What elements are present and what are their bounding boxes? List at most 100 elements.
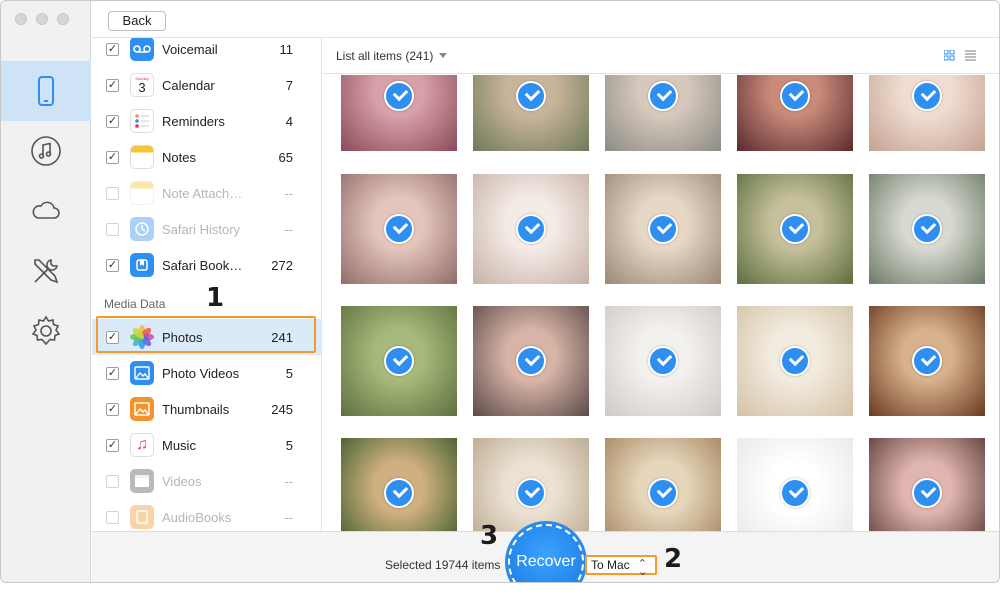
caret-down-icon: [439, 53, 448, 58]
destination-select[interactable]: To Mac ⌃ ⌃: [585, 555, 657, 576]
photo-thumbnail[interactable]: [869, 438, 985, 531]
photo-check-icon[interactable]: [912, 214, 942, 244]
media-data-header: Media Data: [104, 297, 166, 311]
photo-check-icon[interactable]: [384, 81, 414, 111]
checkbox[interactable]: [106, 474, 119, 488]
category-music[interactable]: ✓ ♫ Music 5: [92, 427, 321, 463]
photo-thumbnail[interactable]: [737, 306, 853, 416]
checkbox[interactable]: ✓: [106, 330, 119, 344]
photo-thumbnail[interactable]: [473, 438, 589, 531]
photo-thumbnail[interactable]: [869, 174, 985, 284]
photo-check-icon[interactable]: [516, 346, 546, 376]
photos-icon: [130, 325, 154, 349]
photo-thumbnail[interactable]: [341, 438, 457, 531]
photo-check-icon[interactable]: [516, 478, 546, 508]
photo-check-icon[interactable]: [780, 478, 810, 508]
checkbox[interactable]: ✓: [106, 366, 119, 380]
category-photo-videos[interactable]: ✓ Photo Videos 5: [92, 355, 321, 391]
photo-thumbnail[interactable]: [605, 306, 721, 416]
rail-tools-button[interactable]: [1, 241, 91, 301]
photo-check-icon[interactable]: [912, 346, 942, 376]
photo-thumbnail[interactable]: [473, 75, 589, 151]
thumbnails-icon: [130, 397, 154, 421]
photo-thumbnail[interactable]: [605, 174, 721, 284]
calendar-icon: Sunday 3: [130, 73, 154, 97]
zoom-window-button[interactable]: [57, 13, 69, 25]
footer-bar: Selected 19744 items Recover To Mac ⌃ ⌃: [92, 524, 999, 582]
photo-thumbnail[interactable]: [473, 174, 589, 284]
updown-chevron-icon-lower: ⌃: [637, 564, 647, 576]
photo-check-icon[interactable]: [384, 346, 414, 376]
checkbox[interactable]: ✓: [106, 150, 119, 164]
photo-thumbnail[interactable]: [605, 438, 721, 531]
photo-thumbnail[interactable]: [341, 306, 457, 416]
checkbox[interactable]: ✓: [106, 258, 119, 272]
category-label: Photos: [162, 329, 203, 345]
photo-thumbnail[interactable]: [737, 438, 853, 531]
photo-check-icon[interactable]: [648, 478, 678, 508]
photo-check-icon[interactable]: [516, 214, 546, 244]
category-count: 5: [285, 365, 293, 381]
photo-check-icon[interactable]: [780, 81, 810, 111]
audiobooks-icon: [130, 505, 154, 529]
app-window: Back ✓ Voicemail 11 ✓ Sunday 3 Calendar 7…: [0, 0, 1000, 583]
grid-view-icon[interactable]: [944, 50, 955, 61]
photo-check-icon[interactable]: [780, 346, 810, 376]
checkbox[interactable]: [106, 186, 119, 200]
category-note-attachments[interactable]: Note Attach… --: [92, 175, 321, 211]
step-number-2: 2: [664, 544, 683, 574]
photo-thumbnail[interactable]: [605, 75, 721, 151]
rail-cloud-button[interactable]: [1, 181, 91, 241]
photo-thumbnail[interactable]: [737, 174, 853, 284]
checkbox[interactable]: [106, 510, 119, 524]
close-window-button[interactable]: [15, 13, 27, 25]
category-safari-history[interactable]: Safari History --: [92, 211, 321, 247]
photo-thumbnail[interactable]: [473, 306, 589, 416]
notes-icon: [130, 145, 154, 169]
photo-thumbnail[interactable]: [341, 75, 457, 151]
rail-settings-button[interactable]: [1, 301, 91, 361]
checkbox[interactable]: ✓: [106, 438, 119, 452]
category-notes[interactable]: ✓ Notes 65: [92, 139, 321, 175]
videos-icon: [130, 469, 154, 493]
checkbox[interactable]: ✓: [106, 402, 119, 416]
category-audiobooks[interactable]: AudioBooks --: [92, 499, 321, 531]
photo-thumbnail[interactable]: [341, 174, 457, 284]
photo-check-icon[interactable]: [780, 214, 810, 244]
category-label: Reminders: [162, 113, 225, 129]
category-calendar[interactable]: ✓ Sunday 3 Calendar 7: [92, 67, 321, 103]
rail-music-button[interactable]: [1, 121, 91, 181]
checkbox[interactable]: ✓: [106, 42, 119, 56]
rail-device-button[interactable]: [1, 61, 91, 121]
category-voicemail[interactable]: ✓ Voicemail 11: [92, 38, 321, 67]
checkbox[interactable]: ✓: [106, 78, 119, 92]
category-safari-bookmarks[interactable]: ✓ Safari Book… 272: [92, 247, 321, 283]
back-button[interactable]: Back: [108, 11, 166, 31]
step-number-3: 3: [480, 521, 499, 551]
recover-button[interactable]: Recover: [508, 524, 584, 582]
list-view-icon[interactable]: [965, 50, 976, 61]
photo-check-icon[interactable]: [384, 214, 414, 244]
category-photos[interactable]: ✓ Photos 241: [92, 319, 321, 355]
photo-check-icon[interactable]: [912, 81, 942, 111]
category-reminders[interactable]: ✓ Reminders 4: [92, 103, 321, 139]
safari-history-icon: [130, 217, 154, 241]
photo-check-icon[interactable]: [384, 478, 414, 508]
step-number-1: 1: [206, 283, 225, 313]
minimize-window-button[interactable]: [36, 13, 48, 25]
photo-thumbnail[interactable]: [869, 306, 985, 416]
photo-thumbnail[interactable]: [869, 75, 985, 151]
checkbox[interactable]: [106, 222, 119, 236]
checkbox[interactable]: ✓: [106, 114, 119, 128]
photo-check-icon[interactable]: [516, 81, 546, 111]
list-all-label: List all items (241): [336, 49, 434, 63]
list-all-dropdown[interactable]: List all items (241): [336, 49, 448, 63]
category-videos[interactable]: Videos --: [92, 463, 321, 499]
photo-check-icon[interactable]: [648, 214, 678, 244]
photo-thumbnail[interactable]: [737, 75, 853, 151]
photo-check-icon[interactable]: [648, 81, 678, 111]
note-attachment-icon: [130, 181, 154, 205]
photo-check-icon[interactable]: [648, 346, 678, 376]
category-thumbnails[interactable]: ✓ Thumbnails 245: [92, 391, 321, 427]
photo-check-icon[interactable]: [912, 478, 942, 508]
